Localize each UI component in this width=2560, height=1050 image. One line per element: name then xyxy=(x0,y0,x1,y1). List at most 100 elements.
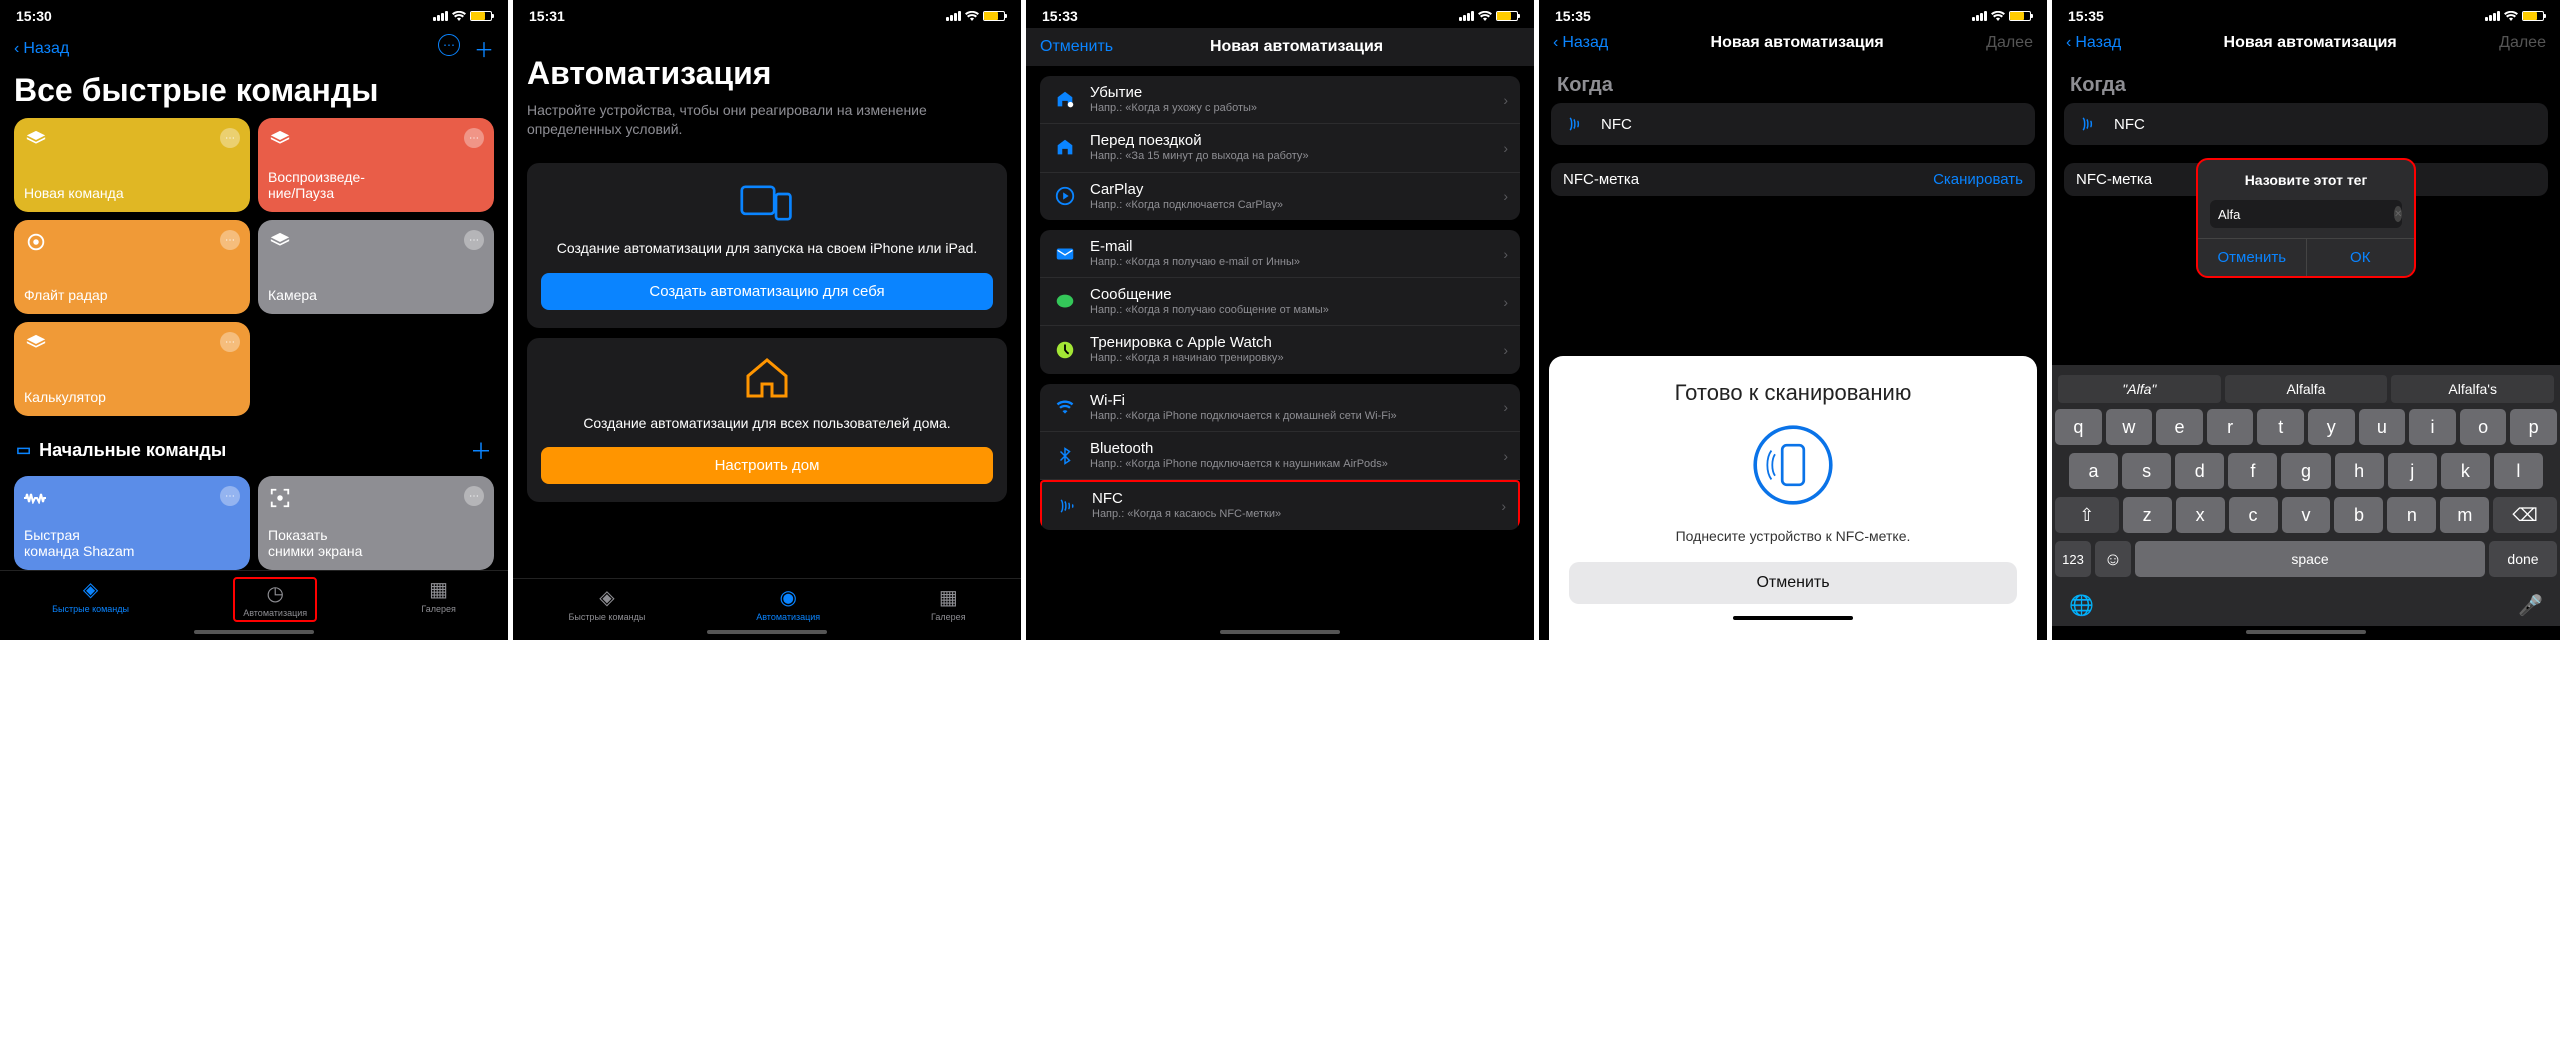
key-l[interactable]: l xyxy=(2494,453,2543,489)
time: 15:33 xyxy=(1042,8,1078,24)
trigger-before-commute[interactable]: Перед поездкойНапр.: «За 15 минут до вых… xyxy=(1040,124,1520,172)
trigger-carplay[interactable]: CarPlayНапр.: «Когда подключается CarPla… xyxy=(1040,173,1520,220)
back-button[interactable]: ‹Назад xyxy=(2066,34,2121,52)
key-d[interactable]: d xyxy=(2175,453,2224,489)
tab-automation[interactable]: ◉ Автоматизация xyxy=(756,585,820,622)
battery-icon xyxy=(983,11,1005,21)
trigger-nfc[interactable]: NFCНапр.: «Когда я касаюсь NFC-метки» › xyxy=(1040,480,1520,529)
more-icon[interactable]: ⋯ xyxy=(438,34,460,56)
tab-gallery[interactable]: ▦ Галерея xyxy=(421,577,456,622)
shortcut-tile-calculator[interactable]: ⋯ Калькулятор xyxy=(14,322,250,416)
key-c[interactable]: c xyxy=(2229,497,2278,533)
tile-more-icon[interactable]: ⋯ xyxy=(464,128,484,148)
key-q[interactable]: q xyxy=(2055,409,2102,445)
trigger-email[interactable]: E-mailНапр.: «Когда я получаю e-mail от … xyxy=(1040,230,1520,278)
key-u[interactable]: u xyxy=(2359,409,2406,445)
key-a[interactable]: a xyxy=(2069,453,2118,489)
key-w[interactable]: w xyxy=(2106,409,2153,445)
key-x[interactable]: x xyxy=(2176,497,2225,533)
mic-icon[interactable]: 🎤 xyxy=(2518,593,2543,618)
key-f[interactable]: f xyxy=(2228,453,2277,489)
screen-nfc-name: 15:35 ‹Назад Новая автоматизация Далее К… xyxy=(2052,0,2560,640)
tab-shortcuts[interactable]: ◈ Быстрые команды xyxy=(52,577,129,622)
cancel-button[interactable]: Отменить xyxy=(1040,38,1113,56)
key-m[interactable]: m xyxy=(2440,497,2489,533)
key-space[interactable]: space xyxy=(2135,541,2485,577)
trigger-bluetooth[interactable]: BluetoothНапр.: «Когда iPhone подключает… xyxy=(1040,432,1520,480)
shortcut-tile-camera[interactable]: ⋯ Камера xyxy=(258,220,494,314)
nfc-tag-row[interactable]: NFC-метка Сканировать xyxy=(1551,163,2035,196)
trigger-message[interactable]: СообщениеНапр.: «Когда я получаю сообщен… xyxy=(1040,278,1520,326)
scan-action[interactable]: Сканировать xyxy=(1933,171,2023,188)
signal-icon xyxy=(433,11,448,21)
key-i[interactable]: i xyxy=(2409,409,2456,445)
shortcut-tile-new[interactable]: ⋯ Новая команда xyxy=(14,118,250,212)
tile-more-icon[interactable]: ⋯ xyxy=(464,486,484,506)
back-button[interactable]: ‹Назад xyxy=(1553,34,1608,52)
suggestion-1[interactable]: "Alfa" xyxy=(2058,375,2221,403)
setup-home-button[interactable]: Настроить дом xyxy=(541,447,993,484)
wifi-icon xyxy=(452,11,466,21)
section-starter[interactable]: ▭ Начальные команды xyxy=(16,440,226,461)
trigger-wifi[interactable]: Wi-FiНапр.: «Когда iPhone подключается к… xyxy=(1040,384,1520,432)
key-z[interactable]: z xyxy=(2123,497,2172,533)
home-indicator[interactable] xyxy=(1733,616,1853,620)
back-button[interactable]: ‹ Назад xyxy=(14,40,69,58)
shortcut-tile-screenshots[interactable]: ⋯ Показать снимки экрана xyxy=(258,476,494,570)
nfc-row: NFC xyxy=(2064,103,2548,145)
home-indicator[interactable] xyxy=(707,630,827,634)
key-shift[interactable]: ⇧ xyxy=(2055,497,2119,533)
key-j[interactable]: j xyxy=(2388,453,2437,489)
key-v[interactable]: v xyxy=(2282,497,2331,533)
tab-gallery[interactable]: ▦ Галерея xyxy=(931,585,966,622)
alert-ok-button[interactable]: ОК xyxy=(2307,239,2415,276)
key-y[interactable]: y xyxy=(2308,409,2355,445)
clock-icon: ◷ xyxy=(266,581,283,606)
add-icon[interactable]: ＋ xyxy=(470,434,492,466)
home-indicator[interactable] xyxy=(2246,630,2366,634)
key-emoji[interactable]: ☺ xyxy=(2095,541,2131,577)
chevron-right-icon: › xyxy=(1503,399,1508,415)
key-k[interactable]: k xyxy=(2441,453,2490,489)
key-h[interactable]: h xyxy=(2335,453,2384,489)
key-r[interactable]: r xyxy=(2207,409,2254,445)
home-indicator[interactable] xyxy=(194,630,314,634)
alert-cancel-button[interactable]: Отменить xyxy=(2198,239,2307,276)
status-bar: 15:35 xyxy=(1539,0,2047,28)
alert-input-wrap[interactable]: ✕ xyxy=(2210,200,2402,228)
suggestion-2[interactable]: Alfalfa xyxy=(2225,375,2388,403)
home-icon xyxy=(740,356,794,400)
home-indicator[interactable] xyxy=(1220,630,1340,634)
tile-more-icon[interactable]: ⋯ xyxy=(220,128,240,148)
key-123[interactable]: 123 xyxy=(2055,541,2091,577)
shortcut-tile-playpause[interactable]: ⋯ Воспроизведе- ние/Пауза xyxy=(258,118,494,212)
key-o[interactable]: o xyxy=(2460,409,2507,445)
create-personal-button[interactable]: Создать автоматизацию для себя xyxy=(541,273,993,310)
key-b[interactable]: b xyxy=(2334,497,2383,533)
trigger-workout[interactable]: Тренировка с Apple WatchНапр.: «Когда я … xyxy=(1040,326,1520,373)
shortcut-tile-shazam[interactable]: ⋯ Быстрая команда Shazam xyxy=(14,476,250,570)
key-p[interactable]: p xyxy=(2510,409,2557,445)
globe-icon[interactable]: 🌐 xyxy=(2069,593,2094,618)
key-s[interactable]: s xyxy=(2122,453,2171,489)
tab-shortcuts[interactable]: ◈ Быстрые команды xyxy=(568,585,645,622)
trigger-leave[interactable]: УбытиеНапр.: «Когда я ухожу с работы» › xyxy=(1040,76,1520,124)
tile-more-icon[interactable]: ⋯ xyxy=(220,230,240,250)
key-t[interactable]: t xyxy=(2257,409,2304,445)
key-done[interactable]: done xyxy=(2489,541,2557,577)
key-backspace[interactable]: ⌫ xyxy=(2493,497,2557,533)
key-g[interactable]: g xyxy=(2281,453,2330,489)
tile-more-icon[interactable]: ⋯ xyxy=(464,230,484,250)
shortcut-tile-flightradar[interactable]: ⋯ Флайт радар xyxy=(14,220,250,314)
sheet-cancel-button[interactable]: Отменить xyxy=(1569,562,2017,604)
tab-automation[interactable]: ◷ Автоматизация xyxy=(233,577,317,622)
key-n[interactable]: n xyxy=(2387,497,2436,533)
tag-name-input[interactable] xyxy=(2218,207,2394,222)
suggestion-3[interactable]: Alfalfa's xyxy=(2391,375,2554,403)
clear-icon[interactable]: ✕ xyxy=(2394,206,2402,222)
nav-bar: Отменить Новая автоматизация xyxy=(1026,28,1534,66)
add-icon[interactable]: ＋ xyxy=(474,34,494,63)
key-e[interactable]: e xyxy=(2156,409,2203,445)
tile-more-icon[interactable]: ⋯ xyxy=(220,486,240,506)
tile-more-icon[interactable]: ⋯ xyxy=(220,332,240,352)
